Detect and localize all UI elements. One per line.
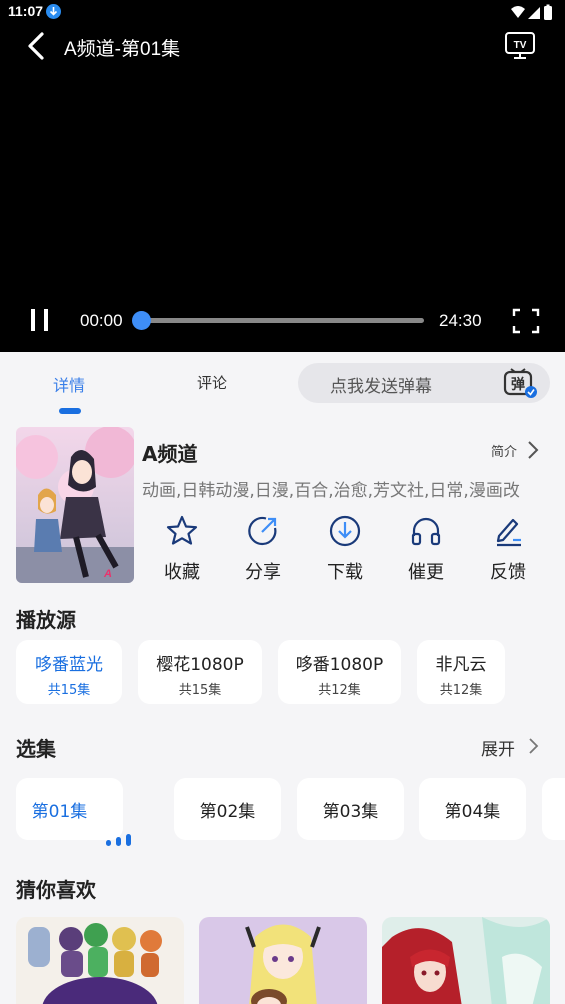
tab-comments[interactable]: 评论 xyxy=(197,372,227,393)
episodes-title: 选集 xyxy=(16,737,56,761)
tab-details[interactable]: 详情 xyxy=(53,372,85,396)
headphones-icon xyxy=(411,517,441,546)
tv-label: TV xyxy=(514,40,527,51)
seek-bar[interactable] xyxy=(140,318,424,323)
source-count: 共15集 xyxy=(178,683,222,698)
episode-card[interactable]: 第04集 xyxy=(419,778,526,840)
download-label: 下载 xyxy=(327,562,363,583)
share-label: 分享 xyxy=(245,562,281,583)
favorite-button[interactable]: 收藏 xyxy=(152,514,212,584)
source-card[interactable]: 樱花1080P 共15集 xyxy=(138,640,262,704)
recommend-card[interactable] xyxy=(382,917,550,1004)
source-count: 共15集 xyxy=(47,683,91,698)
danmaku-toggle-icon[interactable]: 弹 xyxy=(503,367,539,399)
now-playing-icon xyxy=(106,834,131,846)
intro-link[interactable]: 简介 xyxy=(491,441,517,460)
danmaku-icon-label: 弹 xyxy=(511,376,525,393)
feedback-pen-icon xyxy=(496,518,521,547)
tab-indicator xyxy=(59,408,81,414)
source-name: 非凡云 xyxy=(435,655,487,675)
player-title: A频道-第01集 xyxy=(64,39,181,60)
video-player[interactable]: 11:07 A频道-第01集 TV 00:00 24:30 xyxy=(0,0,565,352)
episode-label: 第01集 xyxy=(31,802,88,822)
share-button[interactable]: 分享 xyxy=(233,514,293,584)
recommend-title: 猜你喜欢 xyxy=(16,878,96,902)
show-title: A频道 xyxy=(142,442,198,466)
current-time: 00:00 xyxy=(80,311,123,330)
request-update-button[interactable]: 催更 xyxy=(396,514,456,584)
episode-card[interactable]: 第03集 xyxy=(297,778,404,840)
episode-card[interactable]: 第02集 xyxy=(174,778,281,840)
favorite-label: 收藏 xyxy=(164,562,200,583)
source-card[interactable]: 非凡云 共12集 xyxy=(417,640,505,704)
battery-icon xyxy=(544,6,552,20)
signal-icon xyxy=(528,7,540,19)
expand-link[interactable]: 展开 xyxy=(481,735,515,760)
danmaku-placeholder: 点我发送弹幕 xyxy=(330,377,432,397)
source-card[interactable]: 哆番1080P 共12集 xyxy=(278,640,401,704)
source-count: 共12集 xyxy=(439,683,483,698)
recommend-card[interactable] xyxy=(16,917,184,1004)
source-name: 哆番1080P xyxy=(295,655,384,675)
source-name: 哆番蓝光 xyxy=(35,655,103,675)
episode-label: 第03集 xyxy=(322,802,379,822)
tv-icon: TV xyxy=(505,32,535,59)
chevron-right-icon[interactable] xyxy=(527,440,539,460)
show-poster[interactable]: A xyxy=(16,427,134,583)
download-button[interactable]: 下载 xyxy=(315,514,375,584)
share-icon xyxy=(248,516,277,546)
request-update-label: 催更 xyxy=(408,562,444,583)
source-name: 樱花1080P xyxy=(156,655,244,675)
danmaku-input[interactable]: 点我发送弹幕 弹 xyxy=(298,363,550,403)
episode-card-partial[interactable] xyxy=(542,778,565,840)
source-card[interactable]: 哆番蓝光 共15集 xyxy=(16,640,122,704)
seek-thumb[interactable] xyxy=(132,311,151,330)
svg-text:A: A xyxy=(103,568,112,580)
sources-title: 播放源 xyxy=(16,608,76,632)
fullscreen-icon[interactable] xyxy=(512,308,540,334)
status-bar: 11:07 xyxy=(0,0,565,24)
episode-card[interactable]: 第01集 xyxy=(16,778,123,840)
recommend-card[interactable] xyxy=(199,917,367,1004)
feedback-label: 反馈 xyxy=(490,562,526,583)
star-icon xyxy=(166,515,198,545)
episode-label: 第02集 xyxy=(199,802,256,822)
show-tags: 动画,日韩动漫,日漫,百合,治愈,芳文社,日常,漫画改 xyxy=(142,481,520,501)
source-count: 共12集 xyxy=(318,683,361,698)
tv-cast-button[interactable]: TV xyxy=(504,30,538,62)
status-icons xyxy=(511,4,552,20)
download-notification-icon xyxy=(46,4,61,19)
pause-icon[interactable] xyxy=(26,306,54,334)
total-time: 24:30 xyxy=(439,311,482,330)
wifi-icon xyxy=(511,6,525,18)
feedback-button[interactable]: 反馈 xyxy=(478,514,538,584)
status-time: 11:07 xyxy=(8,3,44,19)
back-arrow-icon[interactable] xyxy=(22,30,52,62)
chevron-right-icon[interactable] xyxy=(528,736,540,756)
episode-label: 第04集 xyxy=(444,802,501,822)
download-icon xyxy=(329,515,361,547)
